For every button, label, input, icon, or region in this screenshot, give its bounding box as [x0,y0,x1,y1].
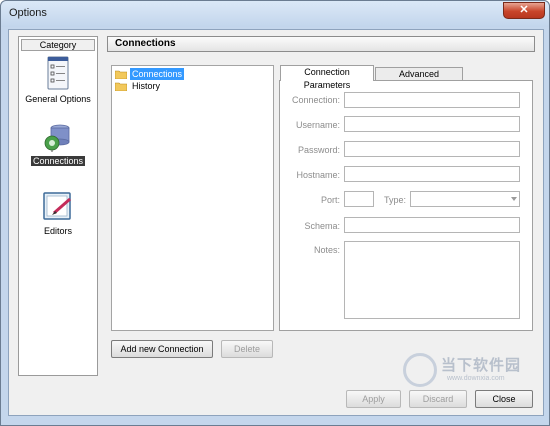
connections-tree[interactable]: Connections History [111,65,274,331]
port-label: Port: [320,195,340,205]
category-item-editors[interactable]: Editors [19,189,97,236]
hostname-field[interactable] [344,166,520,182]
delete-button[interactable]: Delete [221,340,273,358]
watermark-brand: 当下软件园 [441,357,522,374]
tree-item-connections[interactable]: Connections [115,68,185,80]
schema-label: Schema: [304,221,340,231]
category-header: Category [21,39,95,51]
connection-field[interactable] [344,92,520,108]
schema-field[interactable] [344,217,520,233]
window-close-button[interactable]: ✕ [503,2,545,19]
watermark-logo-icon [403,353,437,387]
notes-label: Notes: [313,245,340,255]
type-select[interactable] [410,191,520,207]
category-item-connections[interactable]: Connections [19,121,97,166]
category-item-label: General Options [25,94,91,104]
category-item-general-options[interactable]: General Options [19,55,97,104]
type-label: Type: [383,195,406,205]
window-title: Options [9,7,47,19]
options-window: Options ✕ Category General Options Conne… [0,0,550,426]
password-label: Password: [297,145,340,155]
chevron-down-icon [511,197,517,201]
title-bar[interactable]: Options ✕ [1,1,549,27]
editor-pen-icon [43,192,71,220]
tree-item-label: Connections [130,68,185,80]
add-new-connection-button[interactable]: Add new Connection [111,340,213,358]
username-label: Username: [295,120,340,130]
watermark-url: www.downxia.com [447,375,505,382]
category-item-label: Editors [43,226,72,236]
database-connection-icon [44,124,70,152]
checklist-icon [47,56,69,90]
tab-connection-parameters[interactable]: Connection Parameters [280,65,374,90]
category-panel: Category General Options Connections Edi… [18,36,98,376]
connection-label: Connection: [291,95,340,105]
notes-textarea[interactable] [344,241,520,319]
folder-icon [115,70,127,80]
username-field[interactable] [344,116,520,132]
apply-button[interactable]: Apply [346,390,401,408]
category-item-label: Connections [30,156,86,166]
folder-icon [115,82,127,92]
hostname-label: Hostname: [296,170,340,180]
connection-parameters-panel: Connection: Username: Password: Hostname… [279,80,533,331]
tree-item-label: History [132,81,161,91]
tree-item-history[interactable]: History [115,80,162,92]
password-field[interactable] [344,141,520,157]
section-header: Connections [107,36,535,52]
watermark: 当下软件园 www.downxia.com [403,351,543,399]
